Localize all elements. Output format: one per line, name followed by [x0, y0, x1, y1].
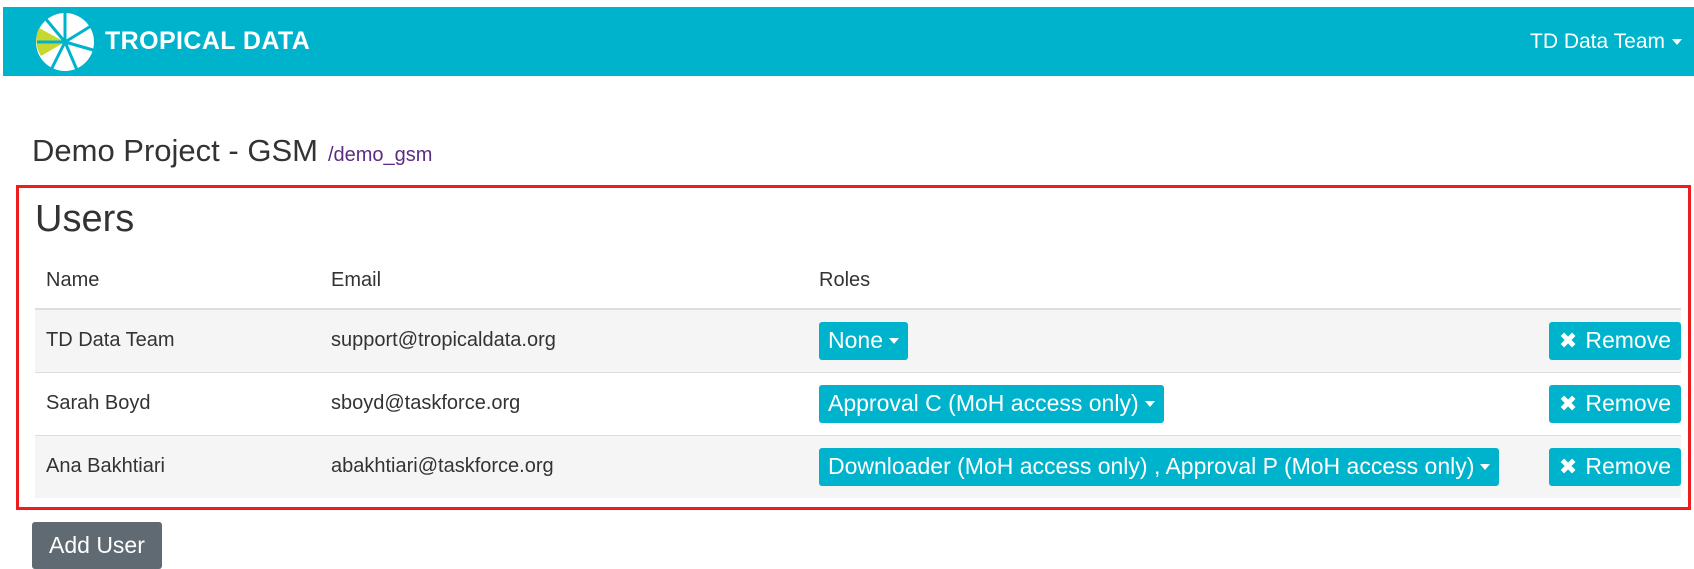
user-actions-cell: ✖ Remove [1531, 434, 1681, 498]
users-panel: Users Name Email Roles TD Data Team supp… [16, 185, 1691, 510]
remove-user-button[interactable]: ✖ Remove [1548, 447, 1681, 486]
x-icon: ✖ [1558, 390, 1578, 416]
user-roles-cell: Downloader (MoH access only) , Approval … [808, 434, 1532, 498]
remove-label: Remove [1585, 327, 1671, 354]
roles-dropdown[interactable]: None [819, 321, 908, 360]
table-row: TD Data Team support@tropicaldata.org No… [35, 308, 1681, 372]
roles-dropdown[interactable]: Approval C (MoH access only) [819, 384, 1164, 423]
user-email: support@tropicaldata.org [320, 308, 808, 372]
tropical-data-logo-icon [36, 11, 94, 71]
user-actions-cell: ✖ Remove [1531, 308, 1681, 372]
remove-label: Remove [1585, 453, 1671, 480]
roles-dropdown-label: Downloader (MoH access only) , Approval … [828, 453, 1475, 480]
user-name: Ana Bakhtiari [35, 434, 320, 498]
brand[interactable]: TROPICAL DATA [33, 10, 310, 74]
column-header-roles: Roles [808, 253, 1532, 310]
roles-dropdown[interactable]: Downloader (MoH access only) , Approval … [819, 447, 1500, 486]
column-header-actions [1531, 253, 1681, 310]
users-heading: Users [35, 198, 135, 240]
user-email: sboyd@taskforce.org [320, 371, 808, 435]
user-name: Sarah Boyd [35, 371, 320, 435]
table-header-row: Name Email Roles [35, 253, 1681, 310]
caret-down-icon [1144, 400, 1155, 407]
roles-dropdown-label: Approval C (MoH access only) [828, 390, 1139, 416]
project-title: Demo Project - GSM [32, 133, 318, 168]
remove-label: Remove [1585, 390, 1671, 416]
user-actions-cell: ✖ Remove [1531, 371, 1681, 435]
add-user-button[interactable]: Add User [32, 522, 162, 569]
user-name: TD Data Team [35, 308, 320, 372]
user-roles-cell: Approval C (MoH access only) [808, 371, 1532, 435]
roles-dropdown-label: None [828, 327, 883, 354]
caret-down-icon [888, 337, 899, 344]
column-header-email: Email [320, 253, 808, 310]
remove-user-button[interactable]: ✖ Remove [1548, 384, 1681, 423]
remove-user-button[interactable]: ✖ Remove [1548, 321, 1681, 360]
user-roles-cell: None [808, 308, 1532, 372]
project-header: Demo Project - GSM /demo_gsm [32, 133, 432, 169]
users-table: Name Email Roles TD Data Team support@tr… [35, 253, 1681, 498]
brand-name: TROPICAL DATA [105, 27, 311, 55]
table-row: Sarah Boyd sboyd@taskforce.org Approval … [35, 371, 1681, 435]
x-icon: ✖ [1558, 453, 1578, 479]
project-slug: /demo_gsm [327, 144, 433, 166]
caret-down-icon [1480, 463, 1491, 470]
top-navbar: TROPICAL DATA TD Data Team [3, 7, 1694, 76]
caret-down-icon [1672, 38, 1682, 45]
user-menu-dropdown[interactable]: TD Data Team [1530, 30, 1682, 54]
user-menu-label: TD Data Team [1530, 29, 1665, 53]
table-row: Ana Bakhtiari abakhtiari@taskforce.org D… [35, 434, 1681, 498]
x-icon: ✖ [1558, 327, 1578, 353]
user-email: abakhtiari@taskforce.org [320, 434, 808, 498]
column-header-name: Name [35, 253, 320, 310]
